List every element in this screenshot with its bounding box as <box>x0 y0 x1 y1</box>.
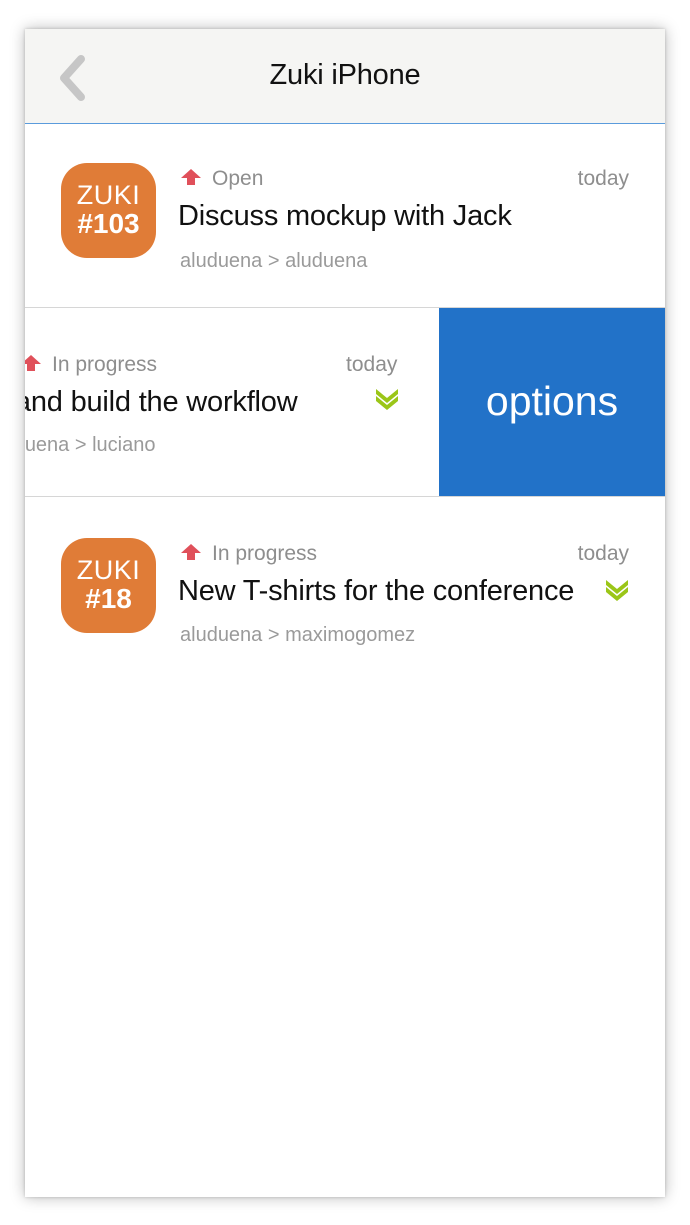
task-time: today <box>577 542 629 565</box>
task-title: Design and build the workflow <box>25 386 298 418</box>
badge-label: ZUKI <box>76 180 141 210</box>
task-badge: ZUKI #18 <box>61 538 156 633</box>
task-path: aluduena > aluduena <box>180 250 368 272</box>
arrow-up-icon <box>25 355 41 371</box>
options-button[interactable]: options <box>439 308 665 496</box>
task-status: In progress <box>25 353 157 377</box>
status-label: Open <box>212 167 264 190</box>
double-chevron-down-icon <box>376 389 398 410</box>
badge-number: #18 <box>85 583 132 614</box>
task-status: In progress <box>180 542 317 566</box>
swiped-task-content: In progress today Design and build the w… <box>25 308 440 496</box>
navigation-bar: Zuki iPhone <box>25 29 665 124</box>
task-path: aluduena > maximogomez <box>180 624 416 646</box>
task-row-swiped[interactable]: In progress today Design and build the w… <box>25 308 665 497</box>
arrow-up-icon <box>181 544 201 560</box>
task-row[interactable]: ZUKI #103 Open today Discuss mockup with… <box>25 125 665 308</box>
task-path: aluduena > luciano <box>25 434 156 456</box>
task-status: Open <box>180 167 263 191</box>
page-title: Zuki iPhone <box>269 59 421 91</box>
task-title: New T-shirts for the conference <box>178 575 575 607</box>
badge-label: ZUKI <box>76 555 141 585</box>
task-row[interactable]: ZUKI #18 In progress today New T-shirts … <box>25 497 665 677</box>
arrow-up-icon <box>181 169 201 185</box>
status-label: In progress <box>52 353 158 376</box>
task-badge: ZUKI #103 <box>61 163 156 258</box>
task-title: Discuss mockup with Jack <box>178 200 512 232</box>
status-label: In progress <box>212 542 318 565</box>
task-time: today <box>346 353 398 376</box>
task-time: today <box>577 167 629 190</box>
double-chevron-down-icon <box>606 580 628 601</box>
app-screen: Zuki iPhone ZUKI #103 Open today Discuss… <box>25 29 665 1197</box>
badge-number: #103 <box>77 208 140 239</box>
